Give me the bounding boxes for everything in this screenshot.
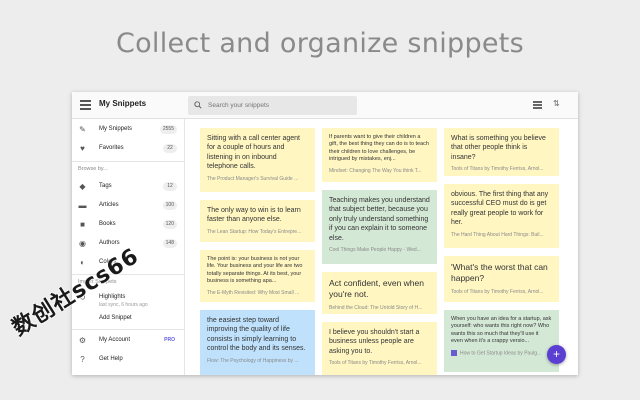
heart-icon: ♥: [80, 144, 85, 153]
snippet-card[interactable]: The only way to win is to learn faster t…: [200, 200, 315, 242]
snippet-text: I believe you shouldn't start a business…: [329, 329, 420, 355]
pro-badge: PRO: [164, 337, 175, 343]
snippet-source: Flow: The Psychology of Happiness by ...: [207, 357, 299, 364]
author-icon: ◉: [79, 239, 86, 248]
search-input[interactable]: [208, 99, 348, 112]
sidebar-divider: [72, 329, 185, 330]
sidebar-item-label: My Account: [99, 337, 131, 343]
sidebar-item-my-account[interactable]: ⚙ My Account PRO: [72, 332, 185, 350]
snippet-source: Tools of Titans by Timothy Ferriss, Arno…: [329, 360, 422, 367]
search-icon: [194, 101, 202, 109]
sidebar-item-label: Favorites: [99, 145, 124, 151]
snippet-card[interactable]: The point is: your business is not your …: [200, 250, 315, 302]
snippet-text: obvious. The first thing that any succes…: [451, 191, 549, 227]
snippet-source: Behind the Cloud: The Untold Story of H.…: [329, 304, 423, 311]
snippet-text: If parents want to give their children a…: [329, 134, 429, 163]
snippet-source: Cool Things Make People Happy - Wed...: [329, 247, 421, 254]
sidebar-item-get-help[interactable]: ? Get Help: [72, 351, 185, 369]
book-icon: ■: [80, 220, 85, 229]
sidebar-item-label: Get Help: [99, 356, 123, 362]
snippet-source: The Product Manager's Survival Guide ...: [207, 175, 299, 182]
snippet-text: The only way to win is to learn faster t…: [207, 207, 301, 224]
snippet-source: Tools of Titans by Timothy Ferriss, Arno…: [451, 166, 544, 173]
sidebar-item-my-snippets[interactable]: ✎ My Snippets 2555: [72, 121, 185, 139]
sidebar-divider: [72, 161, 185, 162]
search-box[interactable]: [188, 96, 357, 115]
snippet-text: When you have an idea for a startup, ask…: [451, 316, 552, 345]
sidebar-item-label: Tags: [99, 183, 112, 189]
snippet-source: Mindset: Changing The Way You think T...: [329, 167, 422, 174]
snippet-text: Teaching makes you understand that subje…: [329, 197, 430, 242]
snippet-text: The point is: your business is not your …: [207, 256, 303, 285]
snippet-source: The Hard Thing About Hard Things: Buil..…: [451, 231, 544, 238]
sort-icon[interactable]: ⇅: [553, 99, 560, 108]
snippet-source-label: How to Get Startup Ideas by Paulg...: [460, 350, 542, 357]
snippet-source: How to Get Startup Ideas by Paulg...: [451, 349, 552, 357]
snippet-card[interactable]: What is something you believe that other…: [444, 128, 559, 176]
add-snippet-fab-button[interactable]: +: [547, 345, 566, 364]
top-bar: My Snippets ⇅: [72, 92, 578, 119]
snippet-card[interactable]: If parents want to give their children a…: [322, 128, 437, 182]
sidebar-item-label: Articles: [99, 202, 119, 208]
sidebar-item-label: Highlights: [99, 294, 126, 300]
sidebar-item-articles[interactable]: ▬ Articles 100: [72, 197, 185, 215]
notes-app-icon[interactable]: [80, 100, 91, 110]
page-headline: Collect and organize snippets: [115, 28, 525, 59]
count-badge: 148: [162, 239, 177, 248]
app-title: My Snippets: [99, 99, 147, 108]
snippet-text: Sitting with a call center agent for a c…: [207, 135, 300, 171]
snippet-source: Tools of Titans by Timothy Ferriss, Arno…: [451, 288, 544, 295]
snippet-source: The E-Myth Revisited: Why Most Small ...: [207, 289, 300, 296]
article-icon: ▬: [78, 201, 87, 210]
sidebar-item-favorites[interactable]: ♥ Favorites 22: [72, 140, 185, 158]
snippet-card[interactable]: Teaching makes you understand that subje…: [322, 190, 437, 264]
app-window: My Snippets ⇅ ✎ My Snippets 2555 ♥ Favor…: [72, 92, 578, 375]
snippet-card[interactable]: When you have an idea for a startup, ask…: [444, 310, 559, 372]
help-icon: ?: [80, 355, 85, 364]
count-badge: 120: [162, 220, 177, 229]
list-view-icon[interactable]: [533, 101, 542, 109]
snippet-text: 'What's the worst that can happen?: [451, 262, 548, 284]
sidebar-item-add-snippet[interactable]: Add Snippet: [72, 310, 185, 328]
snippet-card[interactable]: Act confident, even when you're not. Beh…: [322, 272, 437, 314]
snippet-text: the easiest step toward improving the qu…: [207, 317, 306, 353]
snippet-card[interactable]: the easiest step toward improving the qu…: [200, 310, 315, 375]
count-badge: 2555: [159, 125, 177, 134]
sidebar-item-tags[interactable]: ◆ Tags 12: [72, 178, 185, 196]
count-badge: 100: [162, 201, 177, 210]
pen-icon: ✎: [79, 125, 86, 134]
snippet-card[interactable]: I believe you shouldn't start a business…: [322, 322, 437, 375]
count-badge: 22: [163, 144, 177, 153]
snippet-card[interactable]: Sitting with a call center agent for a c…: [200, 128, 315, 192]
sync-status: last sync, 6 hours ago: [99, 302, 148, 308]
snippet-card[interactable]: obvious. The first thing that any succes…: [444, 184, 559, 248]
count-badge: 12: [163, 182, 177, 191]
browse-heading: Browse by...: [78, 166, 108, 172]
sidebar-item-label: Add Snippet: [99, 315, 132, 321]
sidebar-item-books[interactable]: ■ Books 120: [72, 216, 185, 234]
sidebar-item-label: My Snippets: [99, 126, 133, 132]
snippet-source: The Lean Startup: How Today's Entrepre..…: [207, 228, 302, 235]
sidebar-item-label: Books: [99, 221, 116, 227]
tag-icon: ◆: [79, 182, 86, 191]
snippet-text: Act confident, even when you're not.: [329, 278, 424, 300]
source-favicon-icon: [451, 349, 457, 356]
gear-icon: ⚙: [78, 336, 87, 345]
snippet-text: What is something you believe that other…: [451, 135, 546, 161]
snippet-card[interactable]: 'What's the worst that can happen? Tools…: [444, 256, 559, 302]
